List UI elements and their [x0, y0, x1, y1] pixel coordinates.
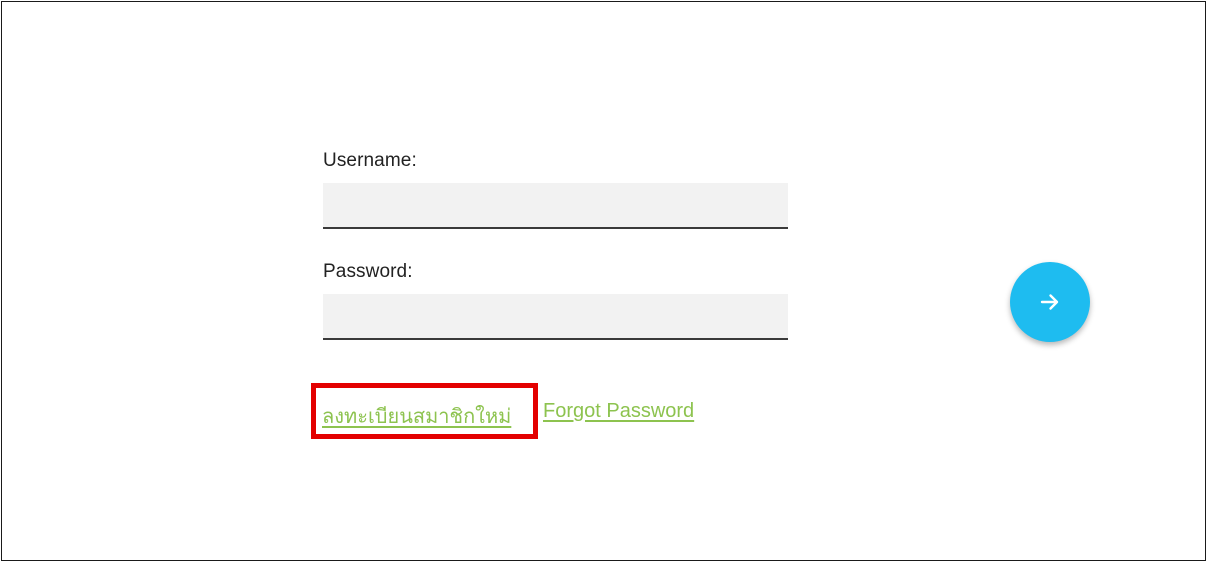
highlight-box	[311, 383, 538, 439]
forgot-password-link[interactable]: Forgot Password	[543, 400, 694, 423]
username-label: Username:	[323, 150, 417, 171]
username-input[interactable]	[323, 183, 788, 229]
arrow-right-icon	[1040, 294, 1059, 310]
password-label: Password:	[323, 261, 413, 282]
submit-button[interactable]	[1010, 262, 1090, 342]
password-input[interactable]	[323, 294, 788, 340]
